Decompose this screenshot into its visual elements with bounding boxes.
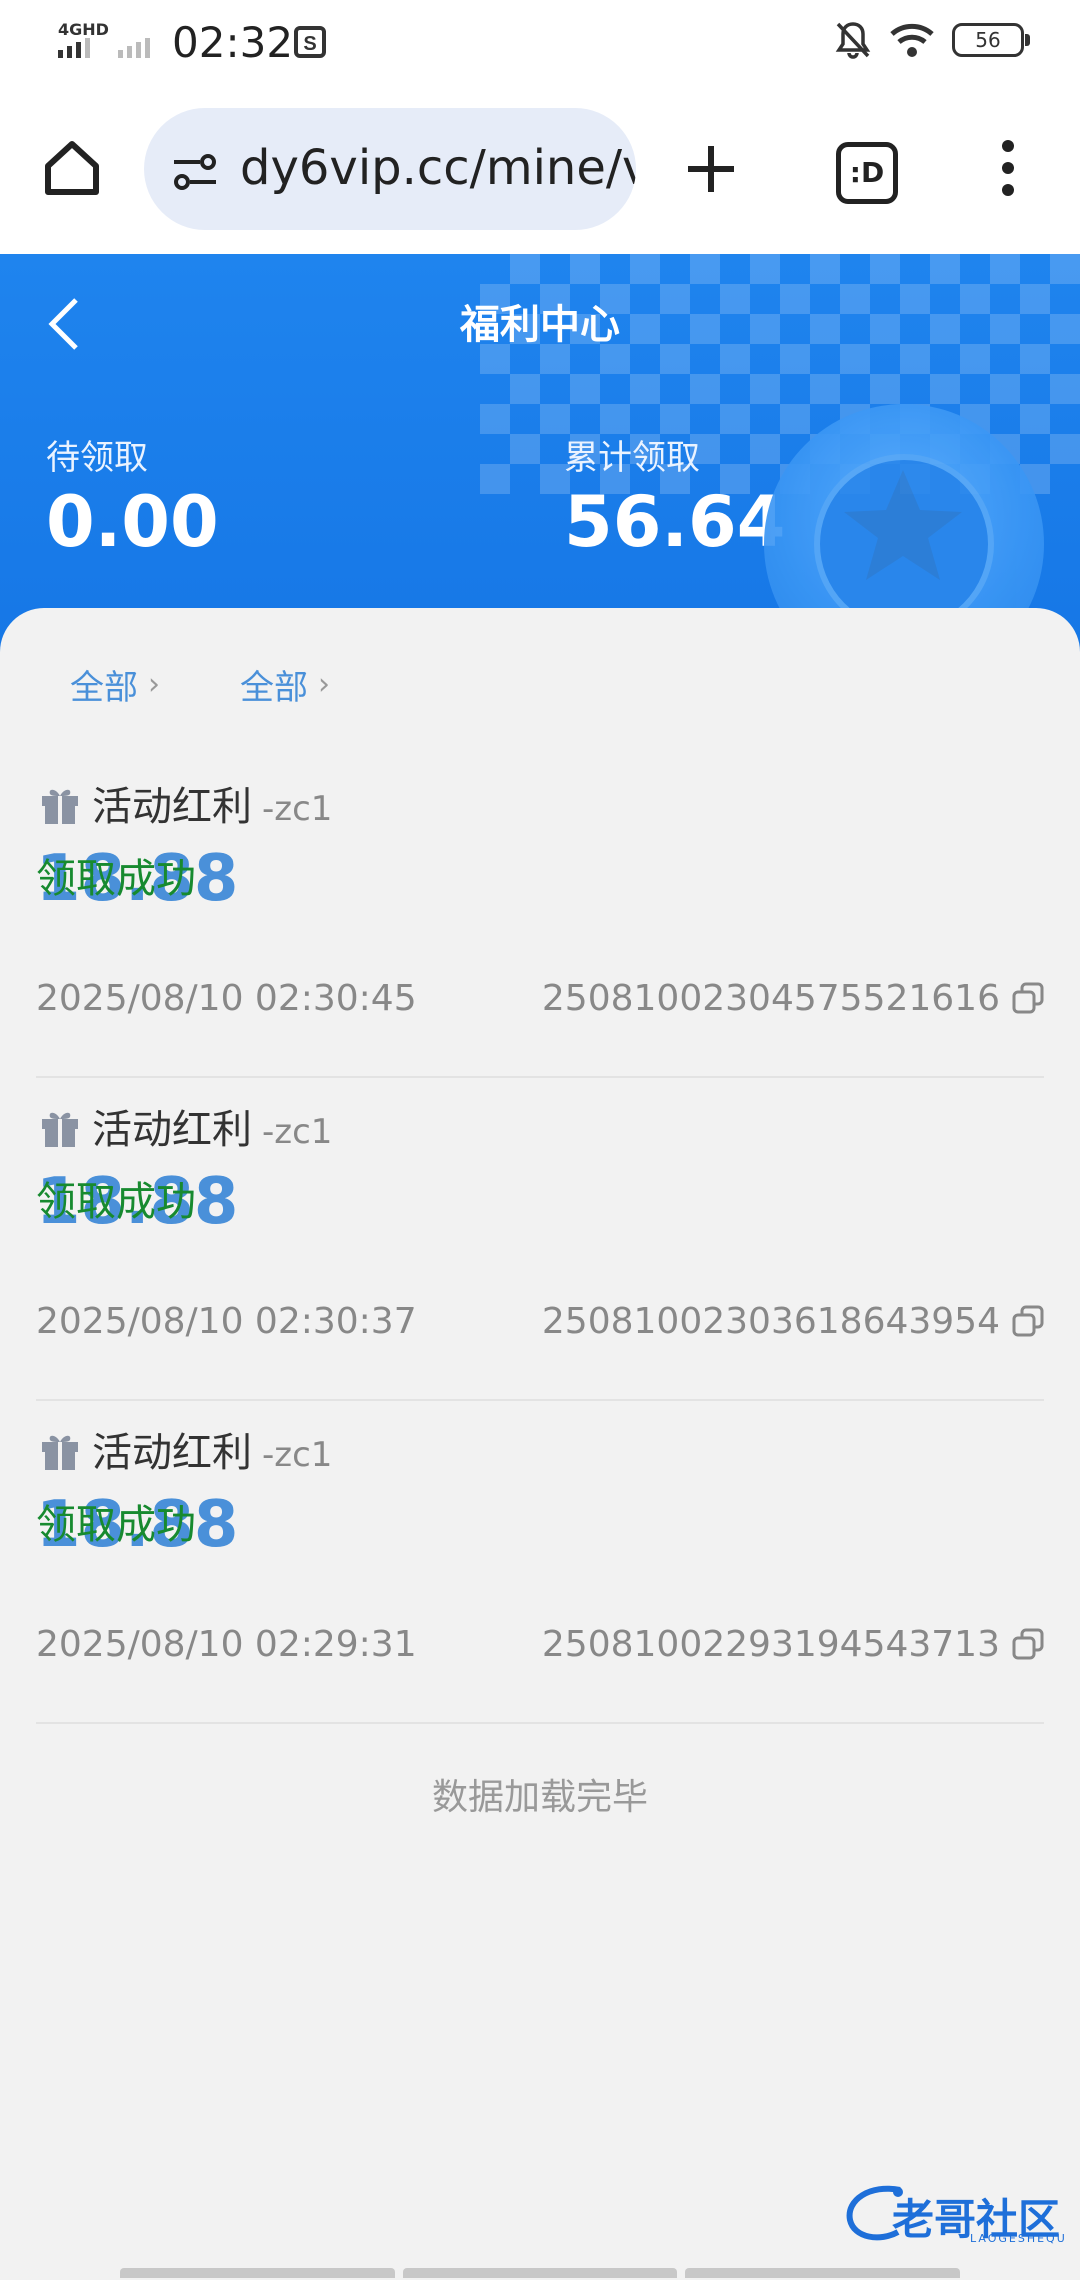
notification-s-icon: S [294,26,326,58]
svg-text:S: S [303,33,316,55]
record-item: 活动红利 -zc1 18.88 领取成功 2025/08/10 02:30:45 … [36,754,1044,1078]
site-info-icon[interactable] [170,152,220,192]
record-name: 活动红利 [92,1107,252,1153]
record-order-id: 25081002304575521616 [541,978,1000,1019]
page-title: 福利中心 [460,302,620,348]
record-status: 领取成功 [36,856,196,902]
record-item: 活动红利 -zc1 18.88 领取成功 2025/08/10 02:30:37 … [36,1077,1044,1401]
wifi-icon [890,23,934,57]
watermark-logo: 老哥社区 LAOGESHEQU [840,2182,1067,2246]
gesture-bar [120,2268,961,2278]
pending-stat: 待领取 0.00 [46,430,219,563]
signal-icon [58,38,90,58]
gift-icon [42,1112,78,1147]
mute-bell-icon [835,22,871,59]
copy-icon[interactable] [1012,1305,1044,1337]
record-item: 活动红利 -zc1 18.88 领取成功 2025/08/10 02:29:31 … [36,1400,1044,1724]
total-stat: 累计领取 56.64 [564,430,785,563]
filter-type[interactable]: 全部 › [70,660,160,709]
filter-bar: 全部 › 全部 › [70,660,330,709]
more-menu-icon[interactable] [1000,140,1016,196]
total-label: 累计领取 [564,438,700,478]
record-status: 领取成功 [36,1502,196,1548]
new-tab-icon[interactable] [686,144,736,194]
record-tag: -zc1 [262,789,333,829]
url-text[interactable]: dy6vip.cc/mine/v [240,140,636,196]
copy-icon[interactable] [1012,982,1044,1014]
status-bar: 4GHD 02:32 S 56 [0,0,1080,84]
total-value: 56.64 [564,481,786,563]
gift-icon [42,1435,78,1470]
home-icon[interactable] [40,136,104,200]
record-order-id: 25081002293194543713 [541,1624,1000,1665]
record-datetime: 2025/08/10 02:29:31 [36,1624,417,1665]
filter-type-label: 全部 [70,668,138,708]
browser-toolbar: dy6vip.cc/mine/v :D [0,84,1080,254]
battery-indicator: 56 [952,23,1030,57]
filter-status[interactable]: 全部 › [240,660,330,709]
record-tag: -zc1 [262,1435,333,1475]
copy-icon[interactable] [1012,1628,1044,1660]
record-order-id: 25081002303618643954 [541,1301,1000,1342]
record-datetime: 2025/08/10 02:30:37 [36,1301,417,1342]
filter-status-label: 全部 [240,668,308,708]
record-datetime: 2025/08/10 02:30:45 [36,978,417,1019]
pending-label: 待领取 [46,438,148,478]
record-tag: -zc1 [262,1112,333,1152]
clock: 02:32 [172,18,294,67]
address-bar[interactable]: dy6vip.cc/mine/v [144,108,636,230]
record-name: 活动红利 [92,1430,252,1476]
chevron-right-icon: › [318,667,330,702]
record-status: 领取成功 [36,1179,196,1225]
gift-icon [42,789,78,824]
chevron-right-icon: › [148,667,160,702]
records-panel: 全部 › 全部 › 活动红利 -zc1 18.88 领取成功 2025/08/10… [0,608,1080,2280]
load-complete-text: 数据加载完毕 [431,1777,648,1818]
welfare-header: 福利中心 待领取 0.00 累计领取 56.64 [0,254,1080,654]
pending-value: 0.00 [46,481,219,563]
watermark-subtext: LAOGESHEQU [970,2232,1067,2245]
tab-switcher-button[interactable]: :D [836,142,898,204]
signal-secondary-icon [118,38,150,58]
record-name: 活动红利 [92,784,252,830]
network-type: 4GHD [58,20,109,39]
